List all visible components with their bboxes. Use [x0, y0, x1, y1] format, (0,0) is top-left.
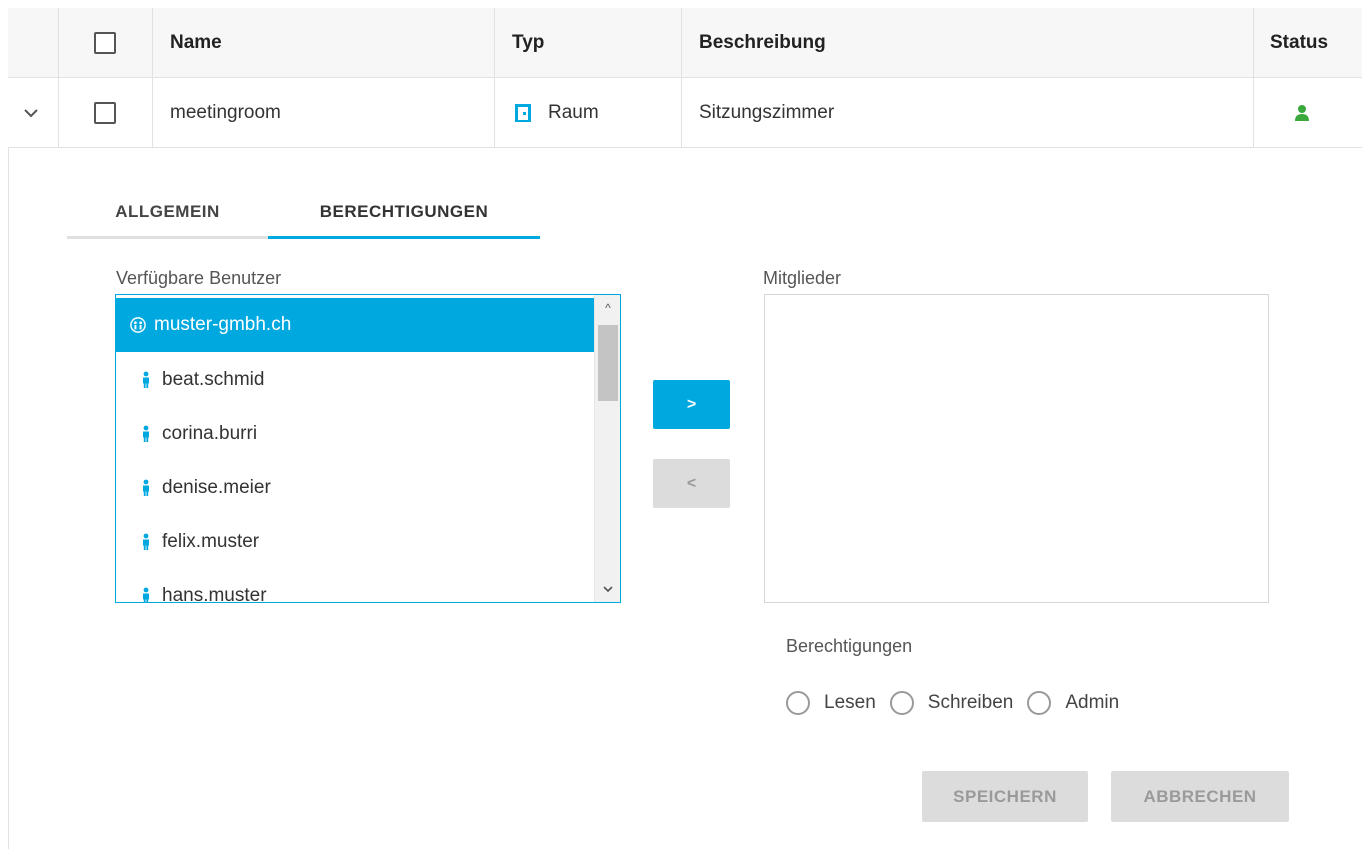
user-icon [138, 371, 154, 389]
list-item[interactable]: denise.meier [116, 461, 594, 515]
table-row[interactable]: meetingroom Raum Sitzungszimmer [8, 78, 1362, 148]
row-type: Raum [548, 101, 599, 123]
group-icon [130, 316, 146, 334]
user-icon [138, 479, 154, 497]
permissions-radio-group: Lesen Schreiben Admin [786, 686, 1133, 720]
tab-berechtigungen[interactable]: BERECHTIGUNGEN [268, 188, 540, 236]
column-header-status[interactable]: Status [1270, 8, 1328, 77]
members-label: Mitglieder [763, 268, 842, 288]
table-header: Name Typ Beschreibung Status [8, 8, 1362, 78]
select-all-checkbox[interactable] [94, 31, 116, 54]
members-list[interactable] [764, 294, 1269, 603]
radio-schreiben[interactable] [889, 691, 914, 715]
radio-label-admin[interactable]: Admin [1065, 692, 1119, 714]
list-item[interactable]: felix.muster [116, 515, 594, 569]
room-icon [515, 103, 531, 122]
radio-label-lesen[interactable]: Lesen [824, 692, 876, 714]
list-item[interactable]: beat.schmid [116, 353, 594, 407]
scroll-up-icon[interactable]: ^ [595, 297, 620, 319]
save-button[interactable]: SPEICHERN [922, 771, 1088, 822]
tab-allgemein[interactable]: ALLGEMEIN [67, 188, 268, 236]
available-users-list[interactable]: muster-gmbh.ch beat.schmid corina.burri … [115, 294, 621, 603]
user-active-icon [1295, 104, 1309, 121]
row-checkbox[interactable] [94, 101, 116, 124]
row-name: meetingroom [170, 101, 281, 123]
user-icon [138, 425, 154, 443]
list-item[interactable]: corina.burri [116, 407, 594, 461]
column-header-description[interactable]: Beschreibung [699, 8, 826, 77]
expand-toggle[interactable] [24, 78, 38, 147]
radio-admin[interactable] [1027, 691, 1052, 715]
available-users-label: Verfügbare Benutzer [116, 268, 282, 288]
list-item[interactable]: muster-gmbh.ch [116, 298, 594, 352]
user-icon [138, 587, 154, 602]
column-header-type[interactable]: Typ [512, 8, 544, 77]
scroll-down-icon[interactable] [595, 578, 620, 600]
cancel-button[interactable]: ABBRECHEN [1111, 771, 1289, 822]
status-badge [1294, 78, 1310, 147]
row-description: Sitzungszimmer [699, 101, 835, 123]
detail-tabs: ALLGEMEIN BERECHTIGUNGEN [67, 188, 540, 239]
chevron-down-icon [24, 108, 38, 117]
add-member-button[interactable]: > [653, 380, 730, 429]
remove-member-button[interactable]: < [653, 459, 730, 508]
active-tab-indicator [268, 236, 540, 239]
scroll-thumb[interactable] [598, 325, 618, 401]
list-scrollbar[interactable]: ^ [594, 295, 620, 602]
permissions-label: Berechtigungen [786, 636, 913, 656]
column-header-name[interactable]: Name [170, 8, 222, 77]
user-icon [138, 533, 154, 551]
list-item[interactable]: hans.muster [116, 569, 594, 602]
radio-label-schreiben[interactable]: Schreiben [928, 692, 1014, 714]
radio-lesen[interactable] [786, 691, 810, 715]
